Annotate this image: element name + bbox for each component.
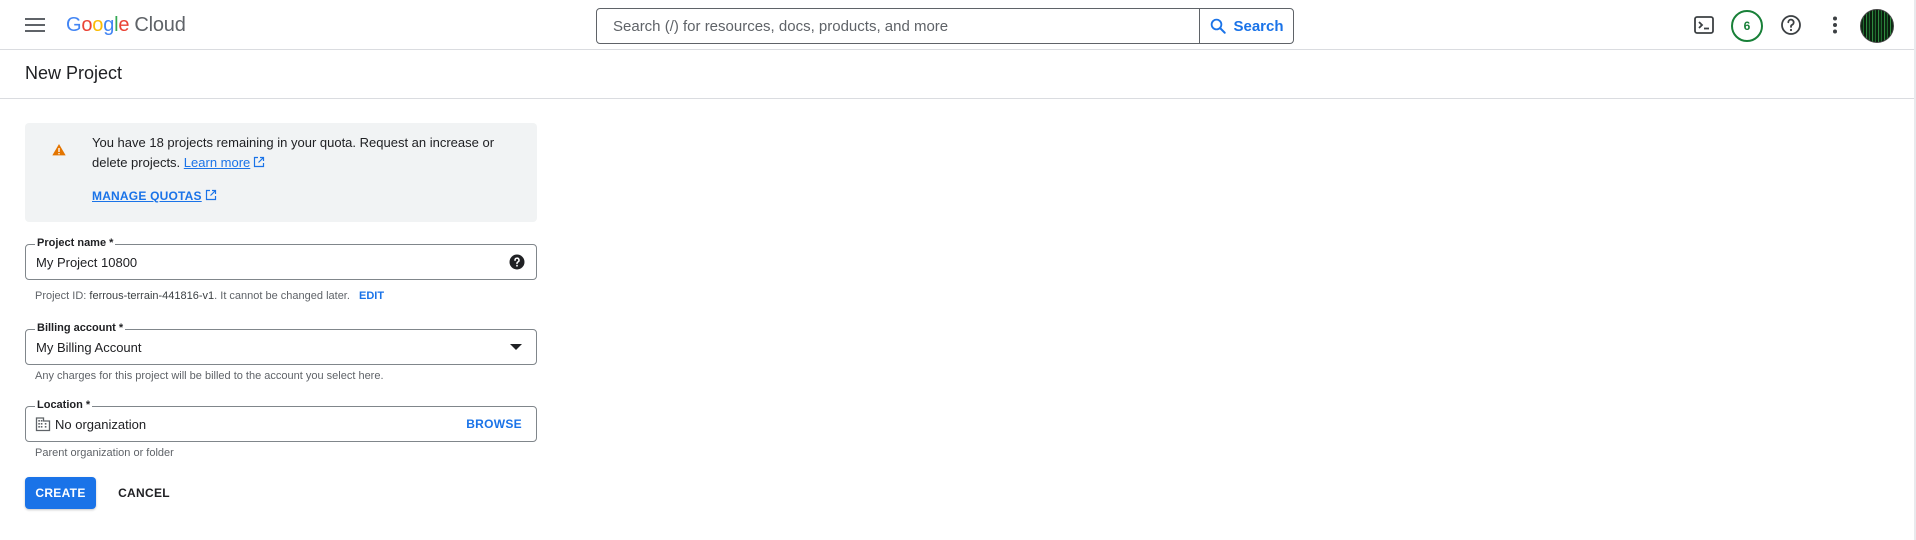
location-hint: Parent organization or folder (35, 447, 174, 459)
warning-icon (52, 144, 66, 156)
more-vert-icon[interactable] (1823, 13, 1847, 37)
quota-banner: You have 18 projects remaining in your q… (25, 123, 537, 222)
search-button[interactable]: Search (1199, 9, 1293, 43)
edit-project-id-button[interactable]: EDIT (359, 290, 384, 302)
project-id-suffix: . It cannot be changed later. (214, 290, 350, 302)
search-input[interactable] (597, 9, 1201, 43)
project-name-field[interactable]: Project name * My Project 10800 (25, 236, 537, 280)
search-icon (1211, 18, 1227, 34)
browse-button[interactable]: BROWSE (466, 417, 522, 431)
create-button[interactable]: CREATE (25, 477, 96, 509)
cloud-shell-icon[interactable] (1692, 13, 1716, 37)
search-bar: Search (596, 8, 1294, 44)
banner-text: You have 18 projects remaining in your q… (92, 135, 495, 170)
logo-letter: o (81, 14, 93, 36)
notifications-badge[interactable]: 6 (1731, 10, 1763, 42)
page-header: New Project (0, 50, 1916, 99)
location-label: Location * (35, 398, 93, 412)
learn-more-link[interactable]: Learn more (184, 155, 250, 170)
logo-suffix: Cloud (134, 14, 186, 36)
project-id-prefix: Project ID: (35, 290, 87, 302)
location-field[interactable]: Location * No organization BROWSE (25, 398, 537, 442)
logo-letter: e (118, 14, 130, 36)
help-icon[interactable] (1779, 13, 1803, 37)
logo-letter: o (92, 14, 104, 36)
google-cloud-logo[interactable]: Google Cloud (66, 14, 186, 37)
billing-hint: Any charges for this project will be bil… (35, 370, 384, 382)
avatar[interactable] (1860, 9, 1894, 43)
cancel-button[interactable]: CANCEL (108, 477, 180, 509)
project-name-value: My Project 10800 (36, 255, 138, 270)
menu-icon[interactable] (22, 15, 48, 35)
billing-account-select[interactable]: Billing account * My Billing Account (25, 321, 537, 365)
search-button-label: Search (1233, 17, 1284, 35)
project-id-hint: Project ID: ferrous-terrain-441816-v1. I… (35, 290, 384, 302)
project-name-label: Project name * (35, 236, 116, 250)
location-value: No organization (55, 417, 147, 432)
top-app-bar: GoogleCloud Search 6 (0, 0, 1916, 50)
billing-account-value: My Billing Account (36, 340, 142, 355)
page-title: New Project (25, 63, 123, 83)
open-in-new-icon (205, 189, 216, 201)
create-button-label: CREATE (35, 486, 86, 500)
logo-letter: g (103, 14, 115, 36)
manage-quotas-label: MANAGE QUOTAS (92, 189, 202, 203)
banner-message: You have 18 projects remaining in your q… (92, 133, 512, 173)
manage-quotas-link[interactable]: MANAGE QUOTAS (92, 189, 217, 203)
arrow-drop-down-icon[interactable] (510, 344, 522, 350)
learn-more-label: Learn more (183, 155, 251, 170)
open-in-new-icon (254, 156, 265, 168)
logo-letter: G (66, 14, 82, 36)
project-id-value: ferrous-terrain-441816-v1 (89, 290, 215, 302)
cancel-button-label: CANCEL (118, 486, 170, 500)
help-icon[interactable] (509, 254, 525, 270)
organization-icon (35, 417, 51, 432)
notification-count: 6 (1743, 19, 1751, 33)
billing-account-label: Billing account * (35, 321, 126, 335)
